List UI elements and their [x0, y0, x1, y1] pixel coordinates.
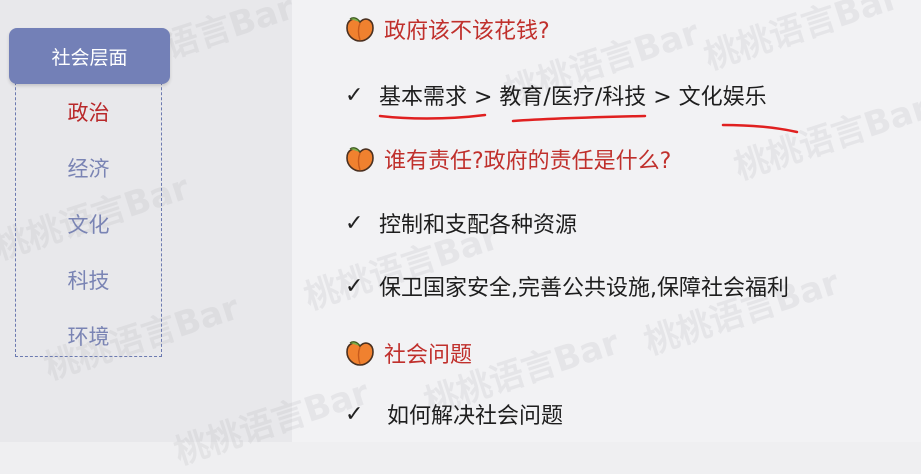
bullet-text: 控制和支配各种资源	[379, 213, 578, 238]
bullet-item: ✓ 控制和支配各种资源	[345, 207, 577, 239]
check-icon: ✓	[345, 210, 364, 236]
sidebar-item-culture[interactable]: 文化	[15, 209, 162, 239]
bullet-text: 基本需求 > 教育/医疗/科技 > 文化娱乐	[379, 85, 767, 110]
check-icon: ✓	[345, 401, 364, 427]
sidebar-item-environment[interactable]: 环境	[15, 321, 162, 351]
peach-icon	[346, 341, 374, 366]
bullet-item: ✓ 基本需求 > 教育/医疗/科技 > 文化娱乐	[345, 79, 767, 111]
bullet-item: ✓ 如何解决社会问题	[345, 398, 563, 430]
section-heading: 谁有责任?政府的责任是什么?	[345, 143, 671, 175]
peach-icon	[346, 17, 374, 42]
sidebar-item-economy[interactable]: 经济	[15, 153, 162, 183]
sidebar-item-technology[interactable]: 科技	[15, 265, 162, 295]
sidebar-header[interactable]: 社会层面	[9, 28, 170, 84]
section-heading: 社会问题	[345, 337, 472, 369]
section-heading: 政府该不该花钱?	[345, 13, 550, 45]
check-icon: ✓	[345, 273, 364, 299]
peach-icon	[346, 147, 374, 172]
sidebar-item-politics[interactable]: 政治	[15, 97, 162, 127]
bullet-text: 如何解决社会问题	[387, 404, 564, 429]
bullet-text: 保卫国家安全,完善公共设施,保障社会福利	[379, 276, 789, 301]
section-heading-text: 社会问题	[384, 343, 473, 368]
section-heading-text: 谁有责任?政府的责任是什么?	[384, 149, 672, 174]
section-heading-text: 政府该不该花钱?	[384, 19, 550, 44]
check-icon: ✓	[345, 82, 364, 108]
bullet-item: ✓ 保卫国家安全,完善公共设施,保障社会福利	[345, 270, 789, 302]
